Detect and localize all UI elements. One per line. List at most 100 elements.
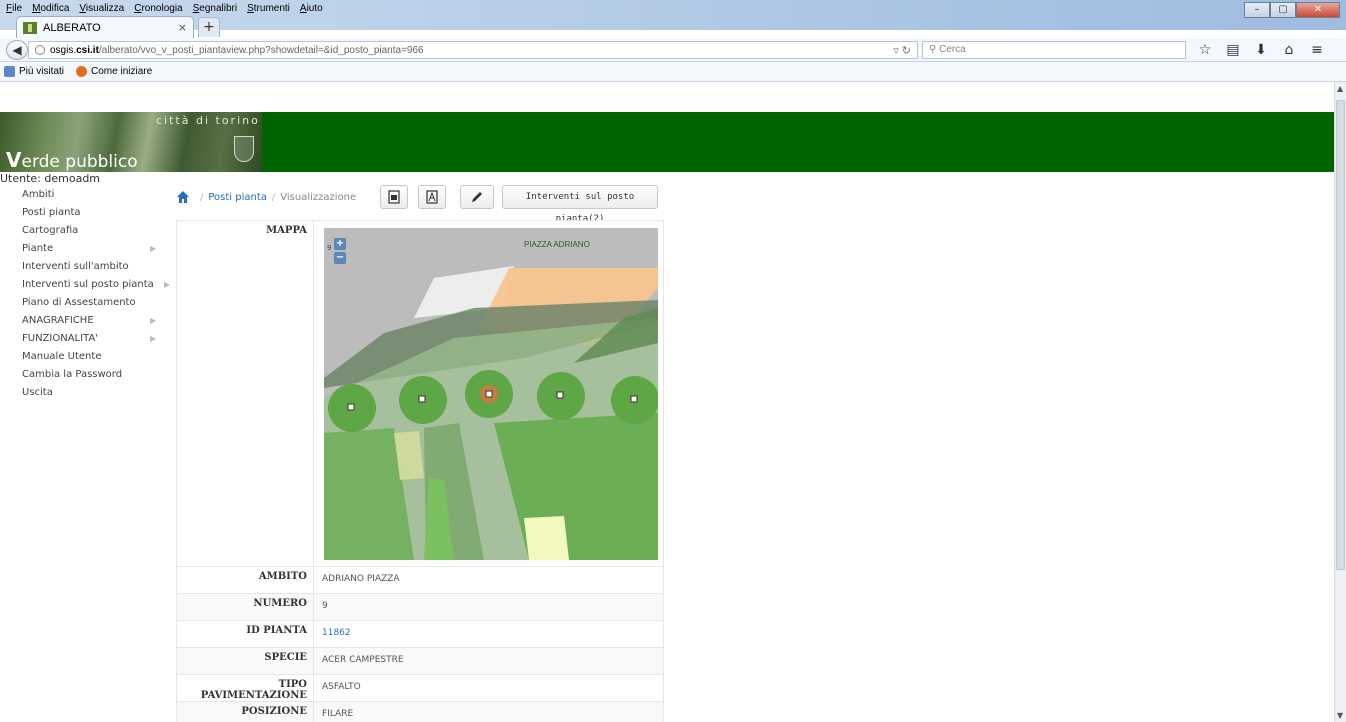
- menu-modifica[interactable]: Modifica: [30, 3, 71, 17]
- breadcrumb-separator: /: [200, 191, 204, 203]
- map-view[interactable]: + − PIAZZA ADRIANO 9: [324, 228, 658, 560]
- menu-file[interactable]: File: [4, 3, 24, 17]
- table-row-ambito: AMBITO ADRIANO PIAZZA: [176, 566, 664, 594]
- id-pianta-link[interactable]: 11862: [322, 628, 351, 638]
- sidebar-item-interventi-ambito[interactable]: Interventi sull'ambito: [0, 258, 170, 276]
- sidebar-item-manuale-utente[interactable]: Manuale Utente: [0, 348, 170, 366]
- view-record-button[interactable]: [380, 185, 408, 209]
- interventi-posto-pianta-button[interactable]: Interventi sul posto pianta(2): [502, 185, 658, 224]
- chevron-right-icon: ▶: [150, 334, 157, 343]
- table-row-id-pianta: ID PIANTA 11862: [176, 620, 664, 648]
- scrollbar-thumb[interactable]: [1336, 100, 1345, 570]
- tab-title: ALBERATO: [43, 21, 101, 34]
- breadcrumb-posti-pianta[interactable]: Posti pianta: [208, 192, 267, 203]
- logo-subtitle: città di torino: [156, 114, 260, 127]
- sidebar-item-cambia-password[interactable]: Cambia la Password: [0, 366, 170, 384]
- bookmark-label: Come iniziare: [91, 66, 153, 77]
- navigation-bar: ◀ osgis.csi.it /alberato/vvo_v_posti_pia…: [0, 38, 1346, 62]
- menu-segnalibri[interactable]: Segnalibri: [191, 3, 239, 17]
- new-tab-button[interactable]: +: [198, 17, 220, 37]
- close-window-button[interactable]: ✕: [1296, 2, 1340, 18]
- tab-close-icon[interactable]: ×: [178, 21, 187, 34]
- pencil-icon: [472, 192, 482, 202]
- download-icon[interactable]: ⬇: [1250, 40, 1272, 60]
- sidebar-item-posti-pianta[interactable]: Posti pianta: [0, 204, 170, 222]
- tree-favicon-icon: [23, 21, 37, 34]
- bookmark-folder-icon: [4, 66, 15, 77]
- sidebar-item-ambiti[interactable]: Ambiti: [0, 186, 170, 204]
- bookmark-piu-visitati[interactable]: Più visitati: [4, 66, 64, 77]
- detail-table: MAPPA + − PIAZZA ADRIANO 9 AMBITO ADRIAN…: [176, 220, 664, 722]
- table-row-tipo-pavimentazione: TIPO PAVIMENTAZIONE ASFALTO: [176, 674, 664, 702]
- sidebar-item-label: Piante: [22, 243, 54, 254]
- field-label-specie: SPECIE: [176, 647, 314, 675]
- scroll-down-icon[interactable]: ▼: [1337, 711, 1343, 720]
- pdf-icon: [426, 190, 438, 204]
- table-row-mappa: MAPPA + − PIAZZA ADRIANO 9: [176, 220, 664, 567]
- page-content: città di torino Verde pubblico Utente: d…: [0, 82, 1334, 722]
- field-label-tipo-pavimentazione: TIPO PAVIMENTAZIONE: [176, 674, 314, 702]
- minimize-button[interactable]: –: [1244, 2, 1270, 18]
- bookmark-star-icon[interactable]: ☆: [1194, 40, 1216, 60]
- city-crest-icon: [234, 136, 254, 162]
- map-zoom-out-button[interactable]: −: [334, 252, 346, 264]
- field-value-tipo-pavimentazione: ASFALTO: [313, 674, 664, 702]
- site-banner: città di torino Verde pubblico: [0, 112, 1334, 172]
- sidebar-item-label: Piano di Assestamento: [22, 297, 136, 308]
- edit-button[interactable]: [460, 185, 494, 209]
- browser-tab[interactable]: ALBERATO ×: [16, 16, 194, 38]
- sidebar-item-label: Cartografia: [22, 225, 79, 236]
- sidebar-item-label: Manuale Utente: [22, 351, 102, 362]
- back-arrow-icon[interactable]: ◀: [6, 40, 28, 60]
- field-value-specie: ACER CAMPESTRE: [313, 647, 664, 675]
- window-controls: – ▢ ✕: [1244, 2, 1340, 18]
- chevron-right-icon: ▶: [150, 244, 157, 253]
- sidebar-item-interventi-posto-pianta[interactable]: Interventi sul posto pianta ▶: [0, 276, 170, 294]
- hamburger-menu-icon[interactable]: ≡: [1306, 40, 1328, 60]
- search-input[interactable]: ⚲ Cerca: [922, 41, 1186, 59]
- field-label-posizione: POSIZIONE: [176, 701, 314, 722]
- search-placeholder: Cerca: [939, 44, 966, 55]
- reload-icon[interactable]: ▿ ↻: [893, 44, 911, 57]
- sidebar-item-piano-assestamento[interactable]: Piano di Assestamento: [0, 294, 170, 312]
- page-scrollbar[interactable]: ▲ ▼: [1334, 82, 1346, 722]
- sidebar-item-funzionalita[interactable]: FUNZIONALITA' ▶: [0, 330, 170, 348]
- breadcrumb: / Posti pianta / Visualizzazione: [176, 185, 356, 209]
- export-pdf-button[interactable]: [418, 185, 446, 209]
- sidebar-item-label: Uscita: [22, 387, 53, 398]
- sidebar-item-anagrafiche[interactable]: ANAGRAFICHE ▶: [0, 312, 170, 330]
- logo-title: Verde pubblico: [6, 148, 138, 172]
- current-user: Utente: demoadm: [0, 172, 101, 185]
- url-bar[interactable]: osgis.csi.it /alberato/vvo_v_posti_piant…: [28, 41, 918, 59]
- field-value-posizione: FILARE: [313, 701, 664, 722]
- sidebar-item-label: Cambia la Password: [22, 369, 123, 380]
- sidebar-item-cartografia[interactable]: Cartografia: [0, 222, 170, 240]
- sidebar-item-piante[interactable]: Piante ▶: [0, 240, 170, 258]
- scroll-up-icon[interactable]: ▲: [1337, 84, 1343, 93]
- magnifier-icon: ⚲: [929, 44, 940, 55]
- home-icon[interactable]: ⌂: [1278, 40, 1300, 60]
- menu-aiuto[interactable]: Aiuto: [298, 3, 325, 17]
- field-value-id-pianta: 11862: [313, 620, 664, 648]
- field-label-ambito: AMBITO: [176, 566, 314, 594]
- menu-visualizza[interactable]: Visualizza: [77, 3, 126, 17]
- bookmarks-list-icon[interactable]: ▤: [1222, 40, 1244, 60]
- map-cell: + − PIAZZA ADRIANO 9: [313, 220, 664, 567]
- bookmark-label: Più visitati: [19, 66, 65, 77]
- sidebar-item-label: Interventi sull'ambito: [22, 261, 129, 272]
- field-value-numero: 9: [313, 593, 664, 621]
- site-logo[interactable]: città di torino Verde pubblico: [0, 112, 262, 172]
- home-icon[interactable]: [176, 190, 190, 204]
- field-label-mappa: MAPPA: [176, 220, 314, 567]
- url-path: /alberato/vvo_v_posti_piantaview.php?sho…: [98, 44, 424, 56]
- field-label-id-pianta: ID PIANTA: [176, 620, 314, 648]
- menu-cronologia[interactable]: Cronologia: [132, 3, 184, 17]
- sidebar-menu: Ambiti Posti pianta Cartografia Piante ▶ …: [0, 186, 170, 402]
- field-value-ambito: ADRIANO PIAZZA: [313, 566, 664, 594]
- map-zoom-in-button[interactable]: +: [334, 238, 346, 250]
- bookmark-come-iniziare[interactable]: Come iniziare: [76, 66, 152, 77]
- menu-strumenti[interactable]: Strumenti: [245, 3, 292, 17]
- maximize-button[interactable]: ▢: [1270, 2, 1296, 18]
- map-place-label: PIAZZA ADRIANO: [524, 240, 590, 249]
- sidebar-item-uscita[interactable]: Uscita: [0, 384, 170, 402]
